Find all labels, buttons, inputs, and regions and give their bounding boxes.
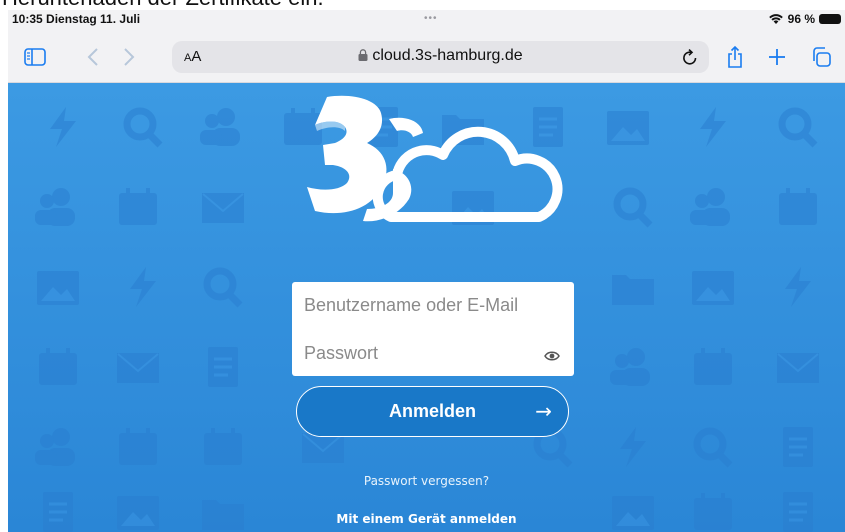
- share-icon[interactable]: [720, 42, 750, 72]
- login-button[interactable]: Anmelden →: [296, 386, 569, 437]
- browser-toolbar: AA cloud.3s-hamburg.de: [8, 32, 845, 83]
- address-bar[interactable]: AA cloud.3s-hamburg.de: [172, 41, 709, 73]
- 3s-cloud-logo: [307, 95, 563, 222]
- username-input[interactable]: Benutzername oder E-Mail: [292, 282, 574, 328]
- arrow-right-icon: →: [535, 399, 552, 423]
- status-bar: 10:35 Dienstag 11. Juli ••• 96 %: [8, 10, 845, 32]
- password-input[interactable]: Passwort: [292, 330, 574, 376]
- login-button-label: Anmelden: [388, 401, 476, 421]
- battery-icon: [819, 14, 841, 24]
- back-icon[interactable]: [78, 42, 108, 72]
- wifi-icon: [768, 14, 783, 24]
- new-tab-icon[interactable]: [762, 42, 792, 72]
- login-form: Benutzername oder E-Mail Passwort: [292, 282, 574, 376]
- url-text: cloud.3s-hamburg.de: [372, 47, 523, 64]
- login-page: Benutzername oder E-Mail Passwort Anmeld…: [8, 83, 845, 532]
- battery-percent: 96 %: [787, 12, 815, 26]
- ipad-screen: 10:35 Dienstag 11. Juli ••• 96 % AA clou…: [8, 10, 845, 532]
- tabs-icon[interactable]: [806, 42, 836, 72]
- multitasking-dots[interactable]: •••: [424, 13, 438, 24]
- forgot-password-link[interactable]: Passwort vergessen?: [8, 474, 845, 488]
- forward-icon[interactable]: [114, 42, 144, 72]
- sidebar-icon[interactable]: [20, 42, 50, 72]
- status-time-date: 10:35 Dienstag 11. Juli: [12, 12, 141, 26]
- password-placeholder: Passwort: [304, 343, 379, 363]
- reload-icon[interactable]: [681, 47, 699, 71]
- eye-icon[interactable]: [544, 347, 560, 366]
- lock-icon: [358, 49, 368, 61]
- username-placeholder: Benutzername oder E-Mail: [304, 295, 519, 315]
- status-indicators: 96 %: [768, 12, 841, 26]
- device-login-link[interactable]: Mit einem Gerät anmelden: [8, 512, 845, 526]
